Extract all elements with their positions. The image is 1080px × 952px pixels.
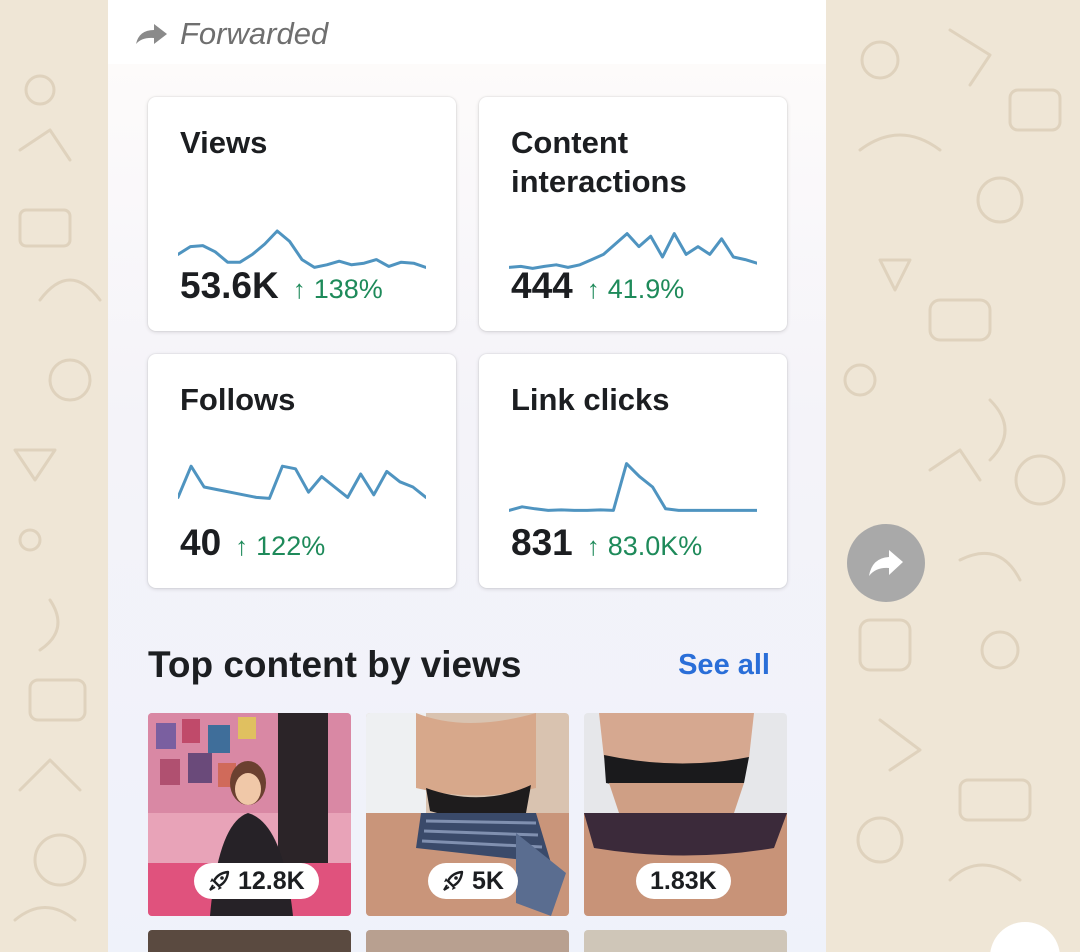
- up-arrow-icon: ↑: [586, 531, 600, 561]
- metric-value: 53.6K: [180, 265, 279, 306]
- views-card[interactable]: Views 53.6K ↑ 138%: [148, 97, 456, 331]
- forward-arrow-icon: [136, 24, 167, 44]
- top-content-thumbnail-4[interactable]: [148, 930, 351, 952]
- metric-value: 40: [180, 522, 222, 563]
- content-interactions-card[interactable]: Content interactions 444 ↑ 41.9%: [479, 97, 787, 331]
- up-arrow-icon: ↑: [235, 531, 249, 561]
- forwarded-indicator: Forwarded: [134, 14, 328, 54]
- card-title: Follows: [180, 382, 296, 417]
- view-count: 1.83K: [650, 866, 717, 895]
- forward-arrow-icon: [869, 550, 903, 576]
- top-content-thumbnail-1[interactable]: 12.8K: [148, 713, 351, 916]
- up-arrow-icon: ↑: [292, 274, 306, 304]
- view-count-badge: 1.83K: [636, 863, 731, 899]
- view-count: 12.8K: [238, 866, 305, 895]
- content-interactions-metric: 444 ↑ 41.9%: [511, 265, 684, 307]
- change-percent: 138%: [313, 274, 383, 304]
- forward-button[interactable]: [847, 524, 925, 602]
- link-clicks-sparkline: [509, 462, 757, 512]
- metric-value: 444: [511, 265, 573, 306]
- change-indicator: ↑ 83.0K%: [587, 531, 703, 562]
- change-indicator: ↑ 138%: [293, 274, 383, 305]
- follows-card[interactable]: Follows 40 ↑ 122%: [148, 354, 456, 588]
- card-title: Link clicks: [511, 382, 670, 417]
- message-bubble[interactable]: Forwarded Views 53.6K ↑ 138% Content int…: [108, 0, 826, 952]
- link-clicks-card[interactable]: Link clicks 831 ↑ 83.0K%: [479, 354, 787, 588]
- link-clicks-metric: 831 ↑ 83.0K%: [511, 522, 702, 564]
- top-content-thumbnail-5[interactable]: [366, 930, 569, 952]
- change-indicator: ↑ 122%: [235, 531, 325, 562]
- card-title: Views: [180, 125, 268, 160]
- insights-panel: Views 53.6K ↑ 138% Content interactions …: [108, 64, 826, 952]
- rocket-icon: [209, 870, 230, 891]
- top-content-thumbnail-6[interactable]: [584, 930, 787, 952]
- see-all-link[interactable]: See all: [678, 649, 770, 682]
- follows-sparkline: [178, 464, 426, 500]
- up-arrow-icon: ↑: [586, 274, 600, 304]
- sparkline-path: [178, 464, 426, 500]
- rocket-icon: [443, 870, 464, 891]
- follows-metric: 40 ↑ 122%: [180, 522, 325, 564]
- sparkline-path: [178, 229, 426, 269]
- view-count-badge: 12.8K: [194, 863, 319, 899]
- views-metric: 53.6K ↑ 138%: [180, 265, 383, 307]
- metric-value: 831: [511, 522, 573, 563]
- change-indicator: ↑ 41.9%: [587, 274, 685, 305]
- view-count: 5K: [472, 866, 504, 895]
- top-content-thumbnail-2[interactable]: 5K: [366, 713, 569, 916]
- card-title: Content interactions: [511, 125, 687, 199]
- sparkline-path: [509, 462, 757, 512]
- change-percent: 41.9%: [607, 274, 685, 304]
- top-content-thumbnail-3[interactable]: 1.83K: [584, 713, 787, 916]
- change-percent: 83.0K%: [607, 531, 703, 561]
- top-content-title: Top content by views: [148, 644, 522, 685]
- sparkline-path: [509, 232, 757, 270]
- view-count-badge: 5K: [428, 863, 518, 899]
- change-percent: 122%: [256, 531, 326, 561]
- forwarded-label: Forwarded: [180, 16, 329, 51]
